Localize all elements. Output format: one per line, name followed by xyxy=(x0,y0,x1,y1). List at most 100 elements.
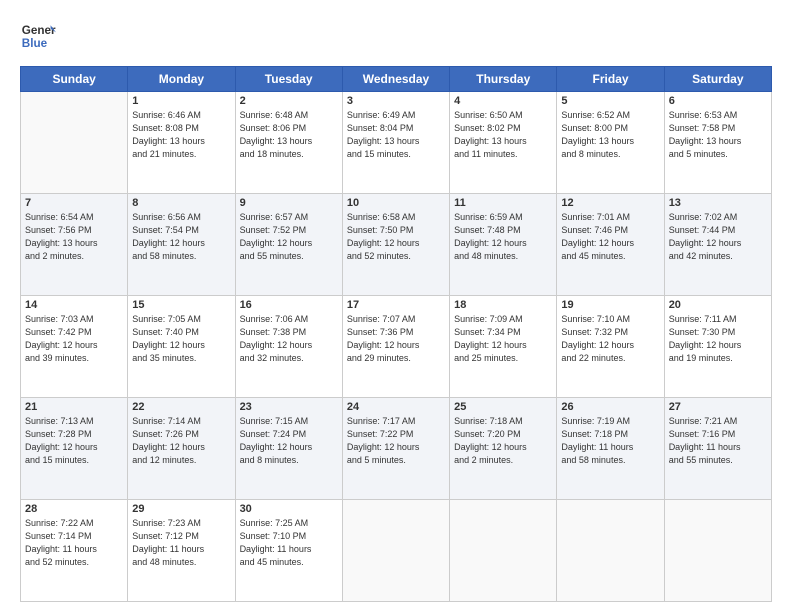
day-number: 11 xyxy=(454,197,552,209)
day-number: 9 xyxy=(240,197,338,209)
day-info: Sunrise: 7:01 AMSunset: 7:46 PMDaylight:… xyxy=(561,211,659,263)
calendar-cell: 22 Sunrise: 7:14 AMSunset: 7:26 PMDayligh… xyxy=(128,398,235,500)
calendar-cell: 15Sunrise: 7:05 AMSunset: 7:40 PMDayligh… xyxy=(128,296,235,398)
calendar-cell: 17 Sunrise: 7:07 AMSunset: 7:36 PMDayligh… xyxy=(342,296,449,398)
day-number: 5 xyxy=(561,95,659,107)
day-number: 2 xyxy=(240,95,338,107)
day-info: Sunrise: 7:06 AMSunset: 7:38 PMDaylight:… xyxy=(240,313,338,365)
calendar-cell: 27 Sunrise: 7:21 AMSunset: 7:16 PMDayligh… xyxy=(664,398,771,500)
day-info: Sunrise: 7:11 AMSunset: 7:30 PMDaylight:… xyxy=(669,313,767,365)
day-number: 7 xyxy=(25,197,123,209)
day-number: 28 xyxy=(25,503,123,515)
day-info: Sunrise: 6:59 AMSunset: 7:48 PMDaylight:… xyxy=(454,211,552,263)
calendar-cell: 9 Sunrise: 6:57 AMSunset: 7:52 PMDaylight… xyxy=(235,194,342,296)
calendar-cell: 20 Sunrise: 7:11 AMSunset: 7:30 PMDayligh… xyxy=(664,296,771,398)
calendar-cell: 6Sunrise: 6:53 AMSunset: 7:58 PMDaylight… xyxy=(664,92,771,194)
day-info: Sunrise: 7:18 AMSunset: 7:20 PMDaylight:… xyxy=(454,415,552,467)
logo: General Blue xyxy=(20,18,56,54)
day-number: 30 xyxy=(240,503,338,515)
day-info: Sunrise: 7:21 AMSunset: 7:16 PMDaylight:… xyxy=(669,415,767,467)
calendar-cell xyxy=(342,500,449,602)
day-number: 17 xyxy=(347,299,445,311)
col-header-thursday: Thursday xyxy=(450,67,557,92)
day-number: 22 xyxy=(132,401,230,413)
day-info: Sunrise: 6:54 AMSunset: 7:56 PMDaylight:… xyxy=(25,211,123,263)
day-info: Sunrise: 7:02 AMSunset: 7:44 PMDaylight:… xyxy=(669,211,767,263)
col-header-wednesday: Wednesday xyxy=(342,67,449,92)
calendar-cell: 7 Sunrise: 6:54 AMSunset: 7:56 PMDaylight… xyxy=(21,194,128,296)
logo-icon: General Blue xyxy=(20,18,56,54)
day-info: Sunrise: 7:23 AMSunset: 7:12 PMDaylight:… xyxy=(132,517,230,569)
day-info: Sunrise: 6:49 AMSunset: 8:04 PMDaylight:… xyxy=(347,109,445,161)
day-number: 1 xyxy=(132,95,230,107)
calendar-cell: 25 Sunrise: 7:18 AMSunset: 7:20 PMDayligh… xyxy=(450,398,557,500)
calendar-cell: 13 Sunrise: 7:02 AMSunset: 7:44 PMDayligh… xyxy=(664,194,771,296)
day-info: Sunrise: 7:10 AMSunset: 7:32 PMDaylight:… xyxy=(561,313,659,365)
day-info: Sunrise: 7:13 AMSunset: 7:28 PMDaylight:… xyxy=(25,415,123,467)
col-header-tuesday: Tuesday xyxy=(235,67,342,92)
day-number: 13 xyxy=(669,197,767,209)
week-row-1: 7 Sunrise: 6:54 AMSunset: 7:56 PMDaylight… xyxy=(21,194,772,296)
day-info: Sunrise: 6:57 AMSunset: 7:52 PMDaylight:… xyxy=(240,211,338,263)
calendar-cell: 8 Sunrise: 6:56 AMSunset: 7:54 PMDaylight… xyxy=(128,194,235,296)
calendar-cell: 1 Sunrise: 6:46 AMSunset: 8:08 PMDaylight… xyxy=(128,92,235,194)
calendar-cell: 28 Sunrise: 7:22 AMSunset: 7:14 PMDayligh… xyxy=(21,500,128,602)
calendar-cell: 30Sunrise: 7:25 AMSunset: 7:10 PMDayligh… xyxy=(235,500,342,602)
day-info: Sunrise: 6:58 AMSunset: 7:50 PMDaylight:… xyxy=(347,211,445,263)
week-row-2: 14 Sunrise: 7:03 AMSunset: 7:42 PMDayligh… xyxy=(21,296,772,398)
calendar-cell xyxy=(21,92,128,194)
calendar-cell: 21 Sunrise: 7:13 AMSunset: 7:28 PMDayligh… xyxy=(21,398,128,500)
day-info: Sunrise: 6:50 AMSunset: 8:02 PMDaylight:… xyxy=(454,109,552,161)
calendar-table: SundayMondayTuesdayWednesdayThursdayFrid… xyxy=(20,66,772,602)
week-row-3: 21 Sunrise: 7:13 AMSunset: 7:28 PMDayligh… xyxy=(21,398,772,500)
day-info: Sunrise: 7:05 AMSunset: 7:40 PMDaylight:… xyxy=(132,313,230,365)
day-number: 10 xyxy=(347,197,445,209)
day-info: Sunrise: 7:07 AMSunset: 7:36 PMDaylight:… xyxy=(347,313,445,365)
calendar-cell xyxy=(450,500,557,602)
calendar-cell: 12 Sunrise: 7:01 AMSunset: 7:46 PMDayligh… xyxy=(557,194,664,296)
day-number: 18 xyxy=(454,299,552,311)
day-number: 21 xyxy=(25,401,123,413)
day-number: 27 xyxy=(669,401,767,413)
day-number: 3 xyxy=(347,95,445,107)
calendar-cell: 14 Sunrise: 7:03 AMSunset: 7:42 PMDayligh… xyxy=(21,296,128,398)
calendar-cell: 24Sunrise: 7:17 AMSunset: 7:22 PMDayligh… xyxy=(342,398,449,500)
calendar-cell: 16 Sunrise: 7:06 AMSunset: 7:38 PMDayligh… xyxy=(235,296,342,398)
calendar-cell: 18 Sunrise: 7:09 AMSunset: 7:34 PMDayligh… xyxy=(450,296,557,398)
calendar-cell: 11 Sunrise: 6:59 AMSunset: 7:48 PMDayligh… xyxy=(450,194,557,296)
calendar-cell: 5 Sunrise: 6:52 AMSunset: 8:00 PMDaylight… xyxy=(557,92,664,194)
calendar-cell: 19Sunrise: 7:10 AMSunset: 7:32 PMDayligh… xyxy=(557,296,664,398)
day-number: 25 xyxy=(454,401,552,413)
day-number: 4 xyxy=(454,95,552,107)
day-info: Sunrise: 6:56 AMSunset: 7:54 PMDaylight:… xyxy=(132,211,230,263)
day-number: 12 xyxy=(561,197,659,209)
header: General Blue xyxy=(20,18,772,54)
day-info: Sunrise: 7:15 AMSunset: 7:24 PMDaylight:… xyxy=(240,415,338,467)
day-info: Sunrise: 7:22 AMSunset: 7:14 PMDaylight:… xyxy=(25,517,123,569)
calendar-cell xyxy=(557,500,664,602)
day-info: Sunrise: 7:09 AMSunset: 7:34 PMDaylight:… xyxy=(454,313,552,365)
calendar-header-row: SundayMondayTuesdayWednesdayThursdayFrid… xyxy=(21,67,772,92)
calendar-cell: 3 Sunrise: 6:49 AMSunset: 8:04 PMDaylight… xyxy=(342,92,449,194)
col-header-saturday: Saturday xyxy=(664,67,771,92)
day-number: 16 xyxy=(240,299,338,311)
day-info: Sunrise: 6:52 AMSunset: 8:00 PMDaylight:… xyxy=(561,109,659,161)
day-info: Sunrise: 7:14 AMSunset: 7:26 PMDaylight:… xyxy=(132,415,230,467)
day-number: 23 xyxy=(240,401,338,413)
col-header-sunday: Sunday xyxy=(21,67,128,92)
day-number: 20 xyxy=(669,299,767,311)
day-info: Sunrise: 7:17 AMSunset: 7:22 PMDaylight:… xyxy=(347,415,445,467)
calendar-cell: 10 Sunrise: 6:58 AMSunset: 7:50 PMDayligh… xyxy=(342,194,449,296)
calendar-cell: 4 Sunrise: 6:50 AMSunset: 8:02 PMDaylight… xyxy=(450,92,557,194)
day-info: Sunrise: 6:48 AMSunset: 8:06 PMDaylight:… xyxy=(240,109,338,161)
col-header-monday: Monday xyxy=(128,67,235,92)
day-number: 8 xyxy=(132,197,230,209)
week-row-0: 1 Sunrise: 6:46 AMSunset: 8:08 PMDaylight… xyxy=(21,92,772,194)
day-info: Sunrise: 6:53 AMSunset: 7:58 PMDaylight:… xyxy=(669,109,767,161)
calendar-cell: 26 Sunrise: 7:19 AMSunset: 7:18 PMDayligh… xyxy=(557,398,664,500)
day-info: Sunrise: 6:46 AMSunset: 8:08 PMDaylight:… xyxy=(132,109,230,161)
day-info: Sunrise: 7:19 AMSunset: 7:18 PMDaylight:… xyxy=(561,415,659,467)
day-info: Sunrise: 7:03 AMSunset: 7:42 PMDaylight:… xyxy=(25,313,123,365)
day-number: 26 xyxy=(561,401,659,413)
day-number: 14 xyxy=(25,299,123,311)
